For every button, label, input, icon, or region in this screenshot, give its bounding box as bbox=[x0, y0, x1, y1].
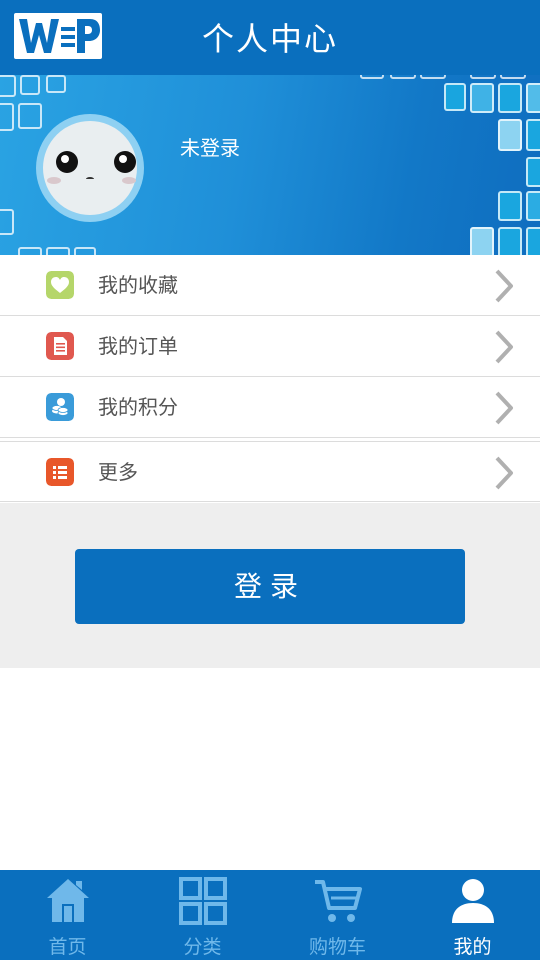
tab-label: 购物车 bbox=[308, 936, 366, 958]
banner-tile bbox=[498, 83, 522, 113]
tab-category[interactable]: 分类 bbox=[135, 870, 270, 960]
avatar[interactable] bbox=[36, 114, 144, 222]
banner-tile bbox=[46, 247, 70, 255]
banner-tile bbox=[0, 75, 16, 97]
menu-item-favorites[interactable]: 我的收藏 bbox=[0, 255, 540, 316]
banner-tile bbox=[500, 75, 526, 79]
banner-tile bbox=[390, 75, 416, 79]
banner-tile bbox=[470, 227, 494, 255]
avatar-blush bbox=[122, 177, 136, 184]
tab-home[interactable]: 首页 bbox=[0, 870, 135, 960]
banner-tile bbox=[444, 83, 466, 111]
menu-item-orders[interactable]: 我的订单 bbox=[0, 316, 540, 377]
menu-label: 我的订单 bbox=[98, 334, 178, 358]
banner-tile bbox=[18, 103, 42, 129]
login-status-text: 未登录 bbox=[180, 136, 240, 160]
menu-label: 更多 bbox=[98, 460, 138, 484]
profile-banner: 未登录 bbox=[0, 75, 540, 255]
banner-tile bbox=[526, 227, 540, 255]
chevron-right-icon bbox=[495, 391, 513, 425]
banner-tile bbox=[20, 75, 40, 95]
tab-mine[interactable]: 我的 bbox=[405, 870, 540, 960]
cart-icon bbox=[314, 880, 362, 922]
chevron-right-icon bbox=[495, 330, 513, 364]
banner-tile bbox=[470, 83, 494, 113]
menu-item-points[interactable]: 我的积分 bbox=[0, 377, 540, 438]
menu-label: 我的收藏 bbox=[98, 273, 178, 297]
banner-tile bbox=[498, 191, 522, 221]
list-icon bbox=[46, 458, 74, 486]
document-icon bbox=[46, 332, 74, 360]
banner-tile bbox=[18, 247, 42, 255]
grid-icon bbox=[178, 877, 227, 925]
menu-label: 我的积分 bbox=[98, 395, 178, 419]
menu-item-more[interactable]: 更多 bbox=[0, 441, 540, 502]
banner-tile bbox=[526, 191, 540, 221]
banner-tile bbox=[420, 75, 446, 79]
banner-tile bbox=[74, 247, 96, 255]
avatar-eye bbox=[56, 151, 78, 173]
top-header: 个人中心 bbox=[0, 0, 540, 75]
banner-tile bbox=[0, 103, 14, 131]
profile-menu: 我的收藏 我的订单 我的积分 更多 bbox=[0, 255, 540, 502]
tab-label: 我的 bbox=[453, 936, 492, 958]
chevron-right-icon bbox=[495, 269, 513, 303]
avatar-face-icon bbox=[43, 121, 137, 215]
banner-tile bbox=[498, 227, 522, 255]
banner-tile bbox=[360, 75, 384, 79]
banner-tile bbox=[526, 119, 540, 151]
tab-label: 首页 bbox=[48, 936, 87, 958]
home-icon bbox=[46, 879, 89, 922]
page-title: 个人中心 bbox=[201, 20, 338, 58]
avatar-blush bbox=[47, 177, 61, 184]
chevron-right-icon bbox=[495, 456, 513, 490]
avatar-eye bbox=[114, 151, 136, 173]
banner-tile bbox=[470, 75, 496, 79]
login-area: 登录 bbox=[0, 503, 540, 668]
banner-tile bbox=[498, 119, 522, 151]
tab-cart[interactable]: 购物车 bbox=[270, 870, 405, 960]
user-icon bbox=[451, 879, 494, 923]
banner-tile bbox=[0, 209, 14, 235]
avatar-mouth bbox=[86, 177, 94, 181]
banner-tile bbox=[526, 83, 540, 113]
heart-icon bbox=[46, 271, 74, 299]
coins-icon bbox=[46, 393, 74, 421]
bottom-tab-bar: 首页 分类 购物车 我的 bbox=[0, 870, 540, 960]
banner-tile bbox=[526, 157, 540, 187]
banner-tile bbox=[46, 75, 66, 93]
login-button[interactable]: 登录 bbox=[75, 549, 465, 624]
tab-label: 分类 bbox=[183, 936, 222, 958]
